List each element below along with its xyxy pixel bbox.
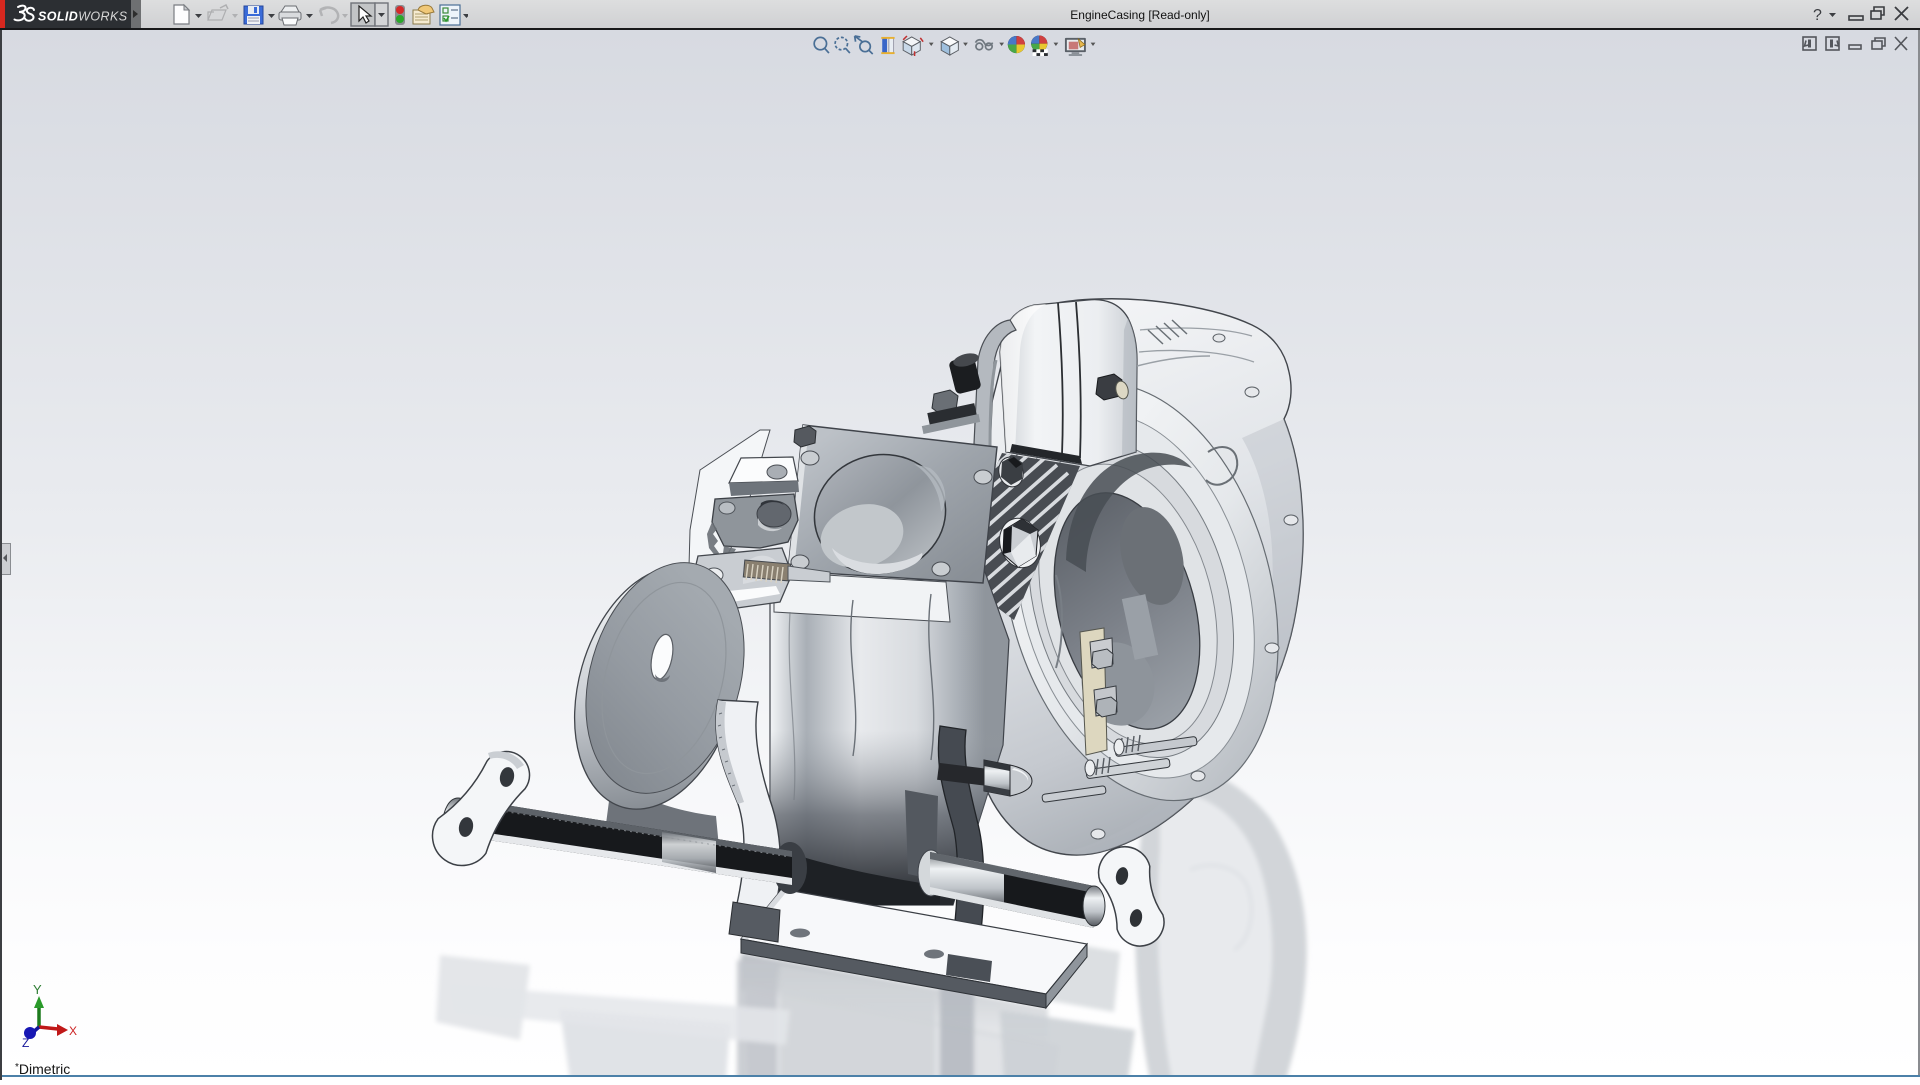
svg-text:?: ? — [1813, 7, 1822, 24]
svg-text:X: X — [69, 1024, 77, 1038]
svg-text:Z: Z — [22, 1036, 29, 1050]
svg-text:SOLIDWORKS: SOLIDWORKS — [38, 10, 128, 24]
svg-text:Y: Y — [33, 982, 42, 997]
